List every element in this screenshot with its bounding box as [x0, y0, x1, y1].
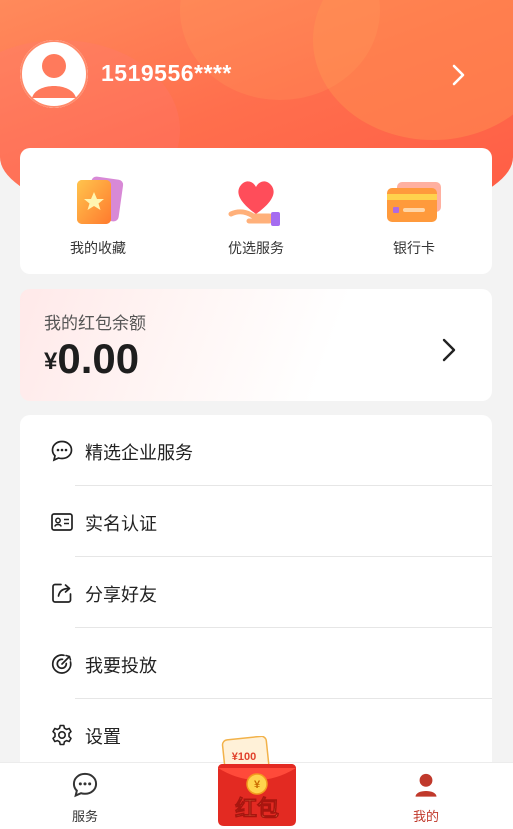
username[interactable]: 1519556**** — [101, 60, 232, 87]
share-icon — [52, 583, 72, 603]
chevron-right-icon[interactable] — [448, 62, 470, 88]
gear-icon — [52, 724, 72, 746]
red-packet-label: 红包 — [235, 796, 279, 822]
menu-item-enterprise-services[interactable]: 精选企业服务 — [20, 415, 492, 486]
quick-action-services[interactable]: 优选服务 — [196, 174, 316, 258]
menu-item-label: 精选企业服务 — [85, 443, 193, 463]
quick-action-label: 优选服务 — [228, 240, 284, 256]
tab-services[interactable]: 服务 — [45, 771, 125, 825]
menu-item-share-friends[interactable]: 分享好友 — [20, 557, 492, 628]
chat-bubble-icon — [72, 772, 98, 798]
quick-actions-card: 我的收藏 优选服务 银行卡 — [20, 148, 492, 274]
balance-title: 我的红包余额 — [44, 314, 146, 333]
heart-hand-icon — [228, 181, 280, 226]
chat-bubble-icon — [51, 440, 73, 462]
tab-label: 我的 — [412, 809, 439, 824]
tab-mine[interactable]: 我的 — [386, 771, 466, 825]
quick-action-label: 我的收藏 — [70, 240, 126, 256]
menu-item-label: 我要投放 — [85, 656, 157, 676]
coin-symbol: ¥ — [254, 779, 261, 791]
currency-symbol: ¥ — [44, 348, 58, 375]
menu-item-real-name[interactable]: 实名认证 — [20, 486, 492, 557]
person-icon — [415, 773, 437, 797]
balance-amount: ¥0.00 — [44, 335, 139, 383]
menu-item-advertise[interactable]: 我要投放 — [20, 628, 492, 699]
favorites-cards-icon — [77, 176, 124, 224]
tab-label: 服务 — [71, 809, 98, 824]
target-icon — [51, 654, 72, 674]
id-card-icon — [51, 513, 73, 531]
red-packet-badge: ¥100 — [232, 751, 256, 763]
chevron-right-icon[interactable] — [438, 335, 460, 365]
bank-card-icon — [387, 182, 441, 222]
balance-value: 0.00 — [57, 335, 140, 382]
person-avatar-icon — [20, 40, 88, 108]
quick-action-bank-card[interactable]: 银行卡 — [354, 174, 474, 258]
menu-item-label: 设置 — [85, 727, 121, 747]
avatar[interactable] — [20, 40, 88, 108]
menu-item-label: 实名认证 — [85, 514, 157, 534]
menu-list: 精选企业服务 实名认证 分享好友 我要投放 设置 — [20, 415, 492, 775]
menu-item-label: 分享好友 — [85, 585, 157, 605]
quick-action-label: 银行卡 — [393, 240, 435, 256]
quick-action-favorites[interactable]: 我的收藏 — [38, 174, 158, 258]
red-packet-balance-card[interactable]: 我的红包余额 ¥0.00 — [20, 289, 492, 401]
red-packet-button[interactable]: ¥100 ¥ 红包 — [208, 736, 304, 828]
